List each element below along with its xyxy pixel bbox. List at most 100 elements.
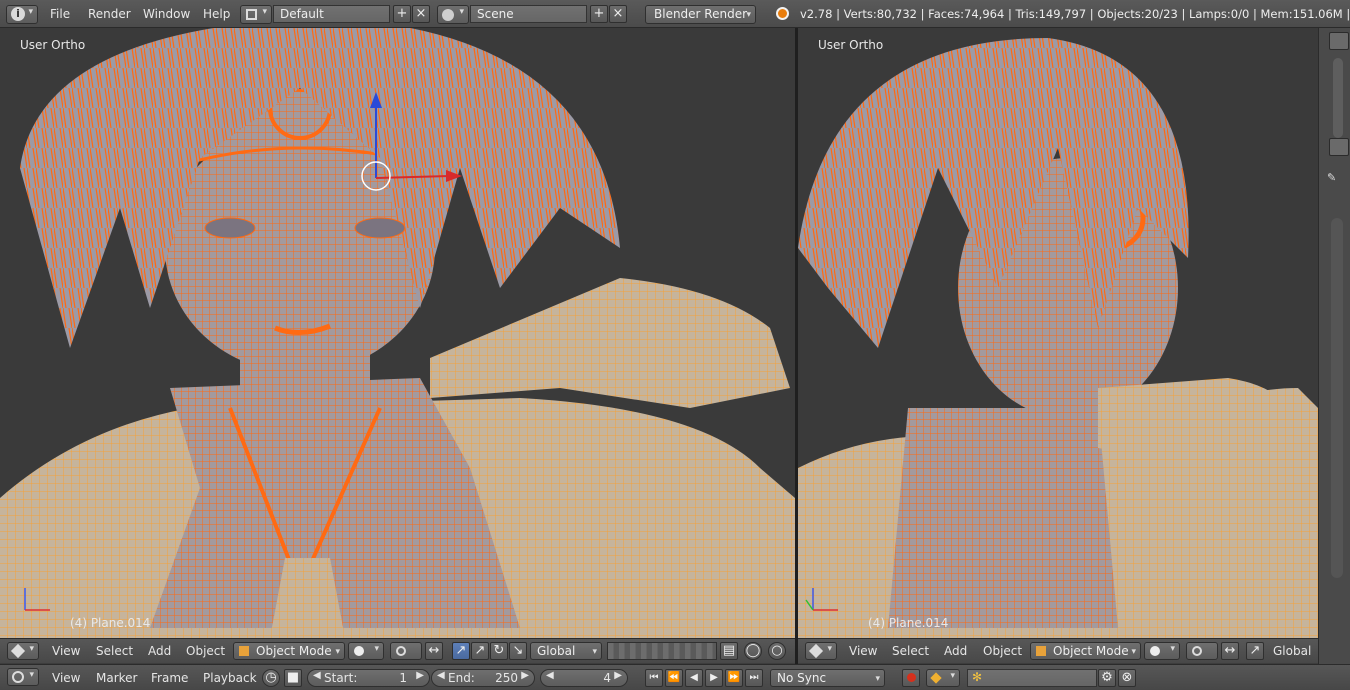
- scene-field[interactable]: Scene: [470, 5, 587, 23]
- play-icon[interactable]: ▶: [705, 669, 723, 687]
- keying-set-icon: ✻: [972, 670, 983, 684]
- current-frame-field[interactable]: ◀ 4 ▶: [540, 669, 628, 687]
- increment-icon[interactable]: ▶: [416, 670, 424, 681]
- rotate-icon[interactable]: ↻: [490, 642, 508, 660]
- jump-keyframe-forward-icon[interactable]: ⏩: [725, 669, 743, 687]
- menu-render[interactable]: Render: [88, 7, 131, 21]
- decrement-icon[interactable]: ◀: [313, 670, 321, 681]
- outliner-icon[interactable]: [1329, 32, 1349, 50]
- menu-view[interactable]: View: [52, 671, 80, 685]
- keyframe-icon: [930, 672, 942, 684]
- chevron-down-icon: ▾: [827, 644, 832, 654]
- translate-icon[interactable]: ↗: [471, 642, 489, 660]
- preview-range-icon[interactable]: ◷: [262, 669, 280, 687]
- lock-icon[interactable]: ■: [284, 669, 302, 687]
- viewport-shading-dropdown[interactable]: ▾: [1144, 642, 1180, 660]
- mode-dropdown[interactable]: Object Mode ▾: [233, 642, 345, 660]
- keying-dropdown[interactable]: ▾: [926, 669, 960, 687]
- keying-set-field[interactable]: ✻: [967, 669, 1097, 687]
- menu-add[interactable]: Add: [148, 644, 171, 658]
- menu-object[interactable]: Object: [186, 644, 225, 658]
- outliner-scrollbar[interactable]: [1333, 58, 1343, 138]
- render-engine-dropdown[interactable]: Blender Render ▾: [645, 5, 756, 24]
- menu-frame[interactable]: Frame: [151, 671, 188, 685]
- menu-marker[interactable]: Marker: [96, 671, 137, 685]
- active-object-label: (4) Plane.014: [70, 616, 151, 630]
- chevron-down-icon: ▾: [1170, 644, 1175, 654]
- editor-type-button[interactable]: i ▾: [6, 5, 38, 24]
- menu-window[interactable]: Window: [143, 7, 190, 21]
- info-header: i ▾ File Render Window Help ▾ Default + …: [0, 0, 1350, 28]
- pivot-icon: [1192, 646, 1202, 656]
- sync-mode-dropdown[interactable]: No Sync ▾: [770, 669, 885, 687]
- render-layers-icon[interactable]: ▤: [720, 642, 738, 660]
- close-scene-icon[interactable]: ×: [609, 5, 627, 23]
- menu-help[interactable]: Help: [203, 7, 230, 21]
- view3d-header-right: ▾ View Select Add Object Object Mode ▾ ▾…: [798, 638, 1318, 663]
- menu-view[interactable]: View: [849, 644, 877, 658]
- proportional-edit-icon[interactable]: ○: [768, 642, 786, 660]
- jump-end-icon[interactable]: ⏭: [745, 669, 763, 687]
- screen-layout-field[interactable]: Default: [273, 5, 390, 23]
- end-label: End:: [448, 671, 475, 685]
- menu-select[interactable]: Select: [892, 644, 929, 658]
- editor-type-button[interactable]: ▾: [7, 668, 39, 686]
- solid-shading-icon: [354, 646, 364, 656]
- end-frame-field[interactable]: ◀ End: 250 ▶: [431, 669, 535, 687]
- properties-scrollbar[interactable]: [1331, 218, 1343, 578]
- insert-keyframe-icon[interactable]: ⚙: [1098, 669, 1116, 687]
- snap-icon[interactable]: ◯: [744, 642, 762, 660]
- solid-shading-icon: [1150, 646, 1160, 656]
- increment-icon[interactable]: ▶: [521, 670, 529, 681]
- menu-view[interactable]: View: [52, 644, 80, 658]
- transform-manipulator-icon[interactable]: ↗: [452, 642, 470, 660]
- mode-dropdown[interactable]: Object Mode ▾: [1030, 642, 1141, 660]
- manipulator-toggle-icon[interactable]: ↔: [1221, 642, 1239, 660]
- play-reverse-icon[interactable]: ◀: [685, 669, 703, 687]
- properties-icon[interactable]: [1329, 138, 1349, 156]
- jump-keyframe-back-icon[interactable]: ⏪: [665, 669, 683, 687]
- increment-icon[interactable]: ▶: [614, 670, 622, 681]
- pin-icon[interactable]: ✎: [1327, 171, 1336, 184]
- decrement-icon[interactable]: ◀: [546, 670, 554, 681]
- sync-label: No Sync: [777, 671, 827, 685]
- transform-manipulator-icon[interactable]: ↗: [1246, 642, 1264, 660]
- pivot-point-dropdown[interactable]: [390, 642, 422, 660]
- end-value: 250: [495, 671, 518, 685]
- transform-orientation-dropdown[interactable]: Global ▾: [530, 642, 602, 660]
- chevron-down-icon: ▾: [746, 10, 751, 20]
- editor-type-button[interactable]: ▾: [805, 642, 837, 660]
- layer-buttons[interactable]: [607, 642, 717, 660]
- scene-browse-button[interactable]: ▾: [437, 5, 469, 24]
- screen-layout-browse-button[interactable]: ▾: [240, 5, 272, 24]
- character-mesh-render: [0, 28, 795, 638]
- cube-icon: [10, 643, 26, 659]
- scale-icon[interactable]: ↘: [509, 642, 527, 660]
- record-icon[interactable]: [902, 669, 920, 687]
- menu-file[interactable]: File: [50, 7, 70, 21]
- chevron-down-icon: ▾: [592, 647, 597, 657]
- close-screen-icon[interactable]: ×: [412, 5, 430, 23]
- pivot-point-dropdown[interactable]: [1186, 642, 1218, 660]
- add-screen-icon[interactable]: +: [393, 5, 411, 23]
- orientation-label[interactable]: Global: [1273, 644, 1311, 658]
- delete-keyframe-icon[interactable]: ⊗: [1118, 669, 1136, 687]
- menu-playback[interactable]: Playback: [203, 671, 257, 685]
- menu-select[interactable]: Select: [96, 644, 133, 658]
- add-scene-icon[interactable]: +: [590, 5, 608, 23]
- jump-start-icon[interactable]: ⏮: [645, 669, 663, 687]
- editor-type-button[interactable]: ▾: [7, 642, 39, 660]
- viewport-right[interactable]: User Ortho (4) Plane.014: [798, 28, 1318, 638]
- menu-add[interactable]: Add: [944, 644, 967, 658]
- manipulator-toggle-icon[interactable]: ↔: [425, 642, 443, 660]
- decrement-icon[interactable]: ◀: [437, 670, 445, 681]
- viewport-shading-dropdown[interactable]: ▾: [348, 642, 384, 660]
- scene-statistics: v2.78 | Verts:80,732 | Faces:74,964 | Tr…: [800, 7, 1350, 21]
- mode-label: Object Mode: [256, 644, 332, 658]
- clock-icon: [12, 671, 24, 683]
- viewport-left[interactable]: User Ortho (4) Plane.014: [0, 28, 795, 638]
- chevron-down-icon: ▾: [875, 674, 880, 684]
- start-frame-field[interactable]: ◀ Start: 1 ▶: [307, 669, 430, 687]
- blender-logo-icon: [776, 7, 789, 20]
- menu-object[interactable]: Object: [983, 644, 1022, 658]
